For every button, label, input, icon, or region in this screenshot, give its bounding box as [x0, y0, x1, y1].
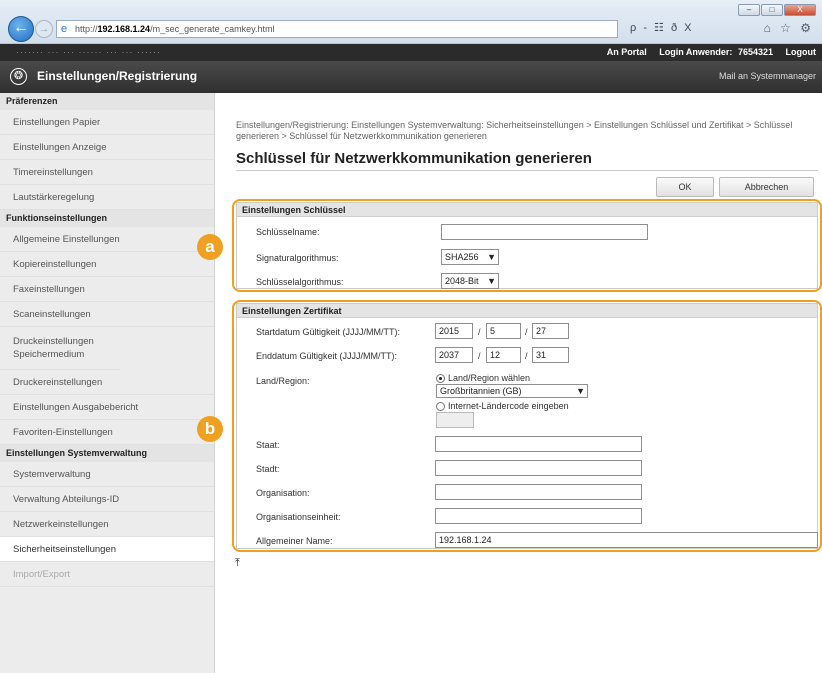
login-user-id: 7654321	[737, 47, 773, 57]
sidebar-item-department-id[interactable]: Verwaltung Abteilungs-ID	[0, 487, 214, 512]
device-name: ······· ··· ··· ······ ··· ··· ······	[16, 47, 161, 57]
breadcrumb: Einstellungen/Registrierung: Einstellung…	[236, 120, 793, 141]
sidebar-heading-system: Einstellungen Systemverwaltung	[0, 445, 214, 462]
sidebar-item-network[interactable]: Netzwerkeinstellungen	[0, 512, 214, 537]
login-user-label: Login Anwender:	[659, 47, 733, 57]
sidebar-item-security[interactable]: Sicherheitseinstellungen	[0, 537, 214, 562]
device-topbar: ······· ··· ··· ······ ··· ··· ······ An…	[0, 44, 822, 61]
close-button[interactable]: X	[784, 4, 816, 16]
sidebar-item-printer[interactable]: Druckereinstellungen	[0, 370, 214, 395]
home-favorites-settings-icons[interactable]: ⌂ ☆ ⚙	[764, 21, 814, 35]
highlight-box-b	[232, 300, 822, 552]
url-host: 192.168.1.24	[97, 24, 151, 34]
highlight-box-a	[232, 199, 822, 292]
maximize-button[interactable]: □	[761, 4, 783, 16]
sidebar-item-import-export[interactable]: Import/Export	[0, 562, 214, 587]
page-top-icon[interactable]: ⤒	[235, 557, 240, 570]
ie-page-icon: e	[61, 23, 68, 35]
logout-link[interactable]: Logout	[786, 47, 817, 57]
marker-a: a	[197, 234, 223, 260]
mail-admin-link[interactable]: Mail an Systemmanager	[719, 71, 816, 81]
sidebar-item-scan[interactable]: Scaneinstellungen	[0, 302, 214, 327]
sidebar-item-copy[interactable]: Kopiereinstellungen	[0, 252, 214, 277]
header-title: Einstellungen/Registrierung	[37, 69, 198, 83]
window-controls: – □ X	[738, 4, 816, 16]
minimize-button[interactable]: –	[738, 4, 760, 16]
browser-chrome: – □ X ← → e http://192.168.1.24/m_sec_gen…	[0, 0, 822, 44]
marker-b: b	[197, 416, 223, 442]
url-prefix: http://	[75, 24, 98, 34]
address-bar[interactable]: e http://192.168.1.24/m_sec_generate_camk…	[56, 20, 618, 38]
back-arrow-icon[interactable]: ←	[8, 16, 34, 42]
portal-link[interactable]: An Portal	[607, 47, 647, 57]
sidebar-item-report[interactable]: Einstellungen Ausgabebericht	[0, 395, 214, 420]
forward-arrow-icon[interactable]: →	[35, 20, 53, 38]
sidebar-heading-functions: Funktionseinstellungen	[0, 210, 214, 227]
sidebar-item-display[interactable]: Einstellungen Anzeige	[0, 135, 214, 160]
sidebar-item-general[interactable]: Allgemeine Einstellungen	[0, 227, 214, 252]
url-path: /m_sec_generate_camkey.html	[150, 24, 275, 34]
cancel-button[interactable]: Abbrechen	[719, 177, 814, 197]
sidebar: Präferenzen Einstellungen Papier Einstel…	[0, 93, 215, 673]
sidebar-item-volume[interactable]: Lautstärkeregelung	[0, 185, 214, 210]
sidebar-item-paper[interactable]: Einstellungen Papier	[0, 110, 214, 135]
sidebar-item-favorites[interactable]: Favoriten-Einstellungen	[0, 420, 214, 445]
sidebar-item-fax[interactable]: Faxeinstellungen	[0, 277, 214, 302]
sidebar-item-print-media[interactable]: Druckeinstellungen Speichermedium	[0, 327, 120, 370]
sidebar-item-timer[interactable]: Timereinstellungen	[0, 160, 214, 185]
sidebar-heading-preferences: Präferenzen	[0, 93, 214, 110]
page-header: ❂ Einstellungen/Registrierung Mail an Sy…	[0, 61, 822, 93]
ok-button[interactable]: OK	[656, 177, 714, 197]
settings-gear-icon: ❂	[10, 68, 27, 85]
title-divider	[236, 170, 818, 171]
sidebar-item-system-management[interactable]: Systemverwaltung	[0, 462, 214, 487]
page-title: Schlüssel für Netzwerkkommunikation gene…	[236, 150, 592, 167]
address-tools[interactable]: ρ - ☷ ð X	[630, 21, 693, 34]
